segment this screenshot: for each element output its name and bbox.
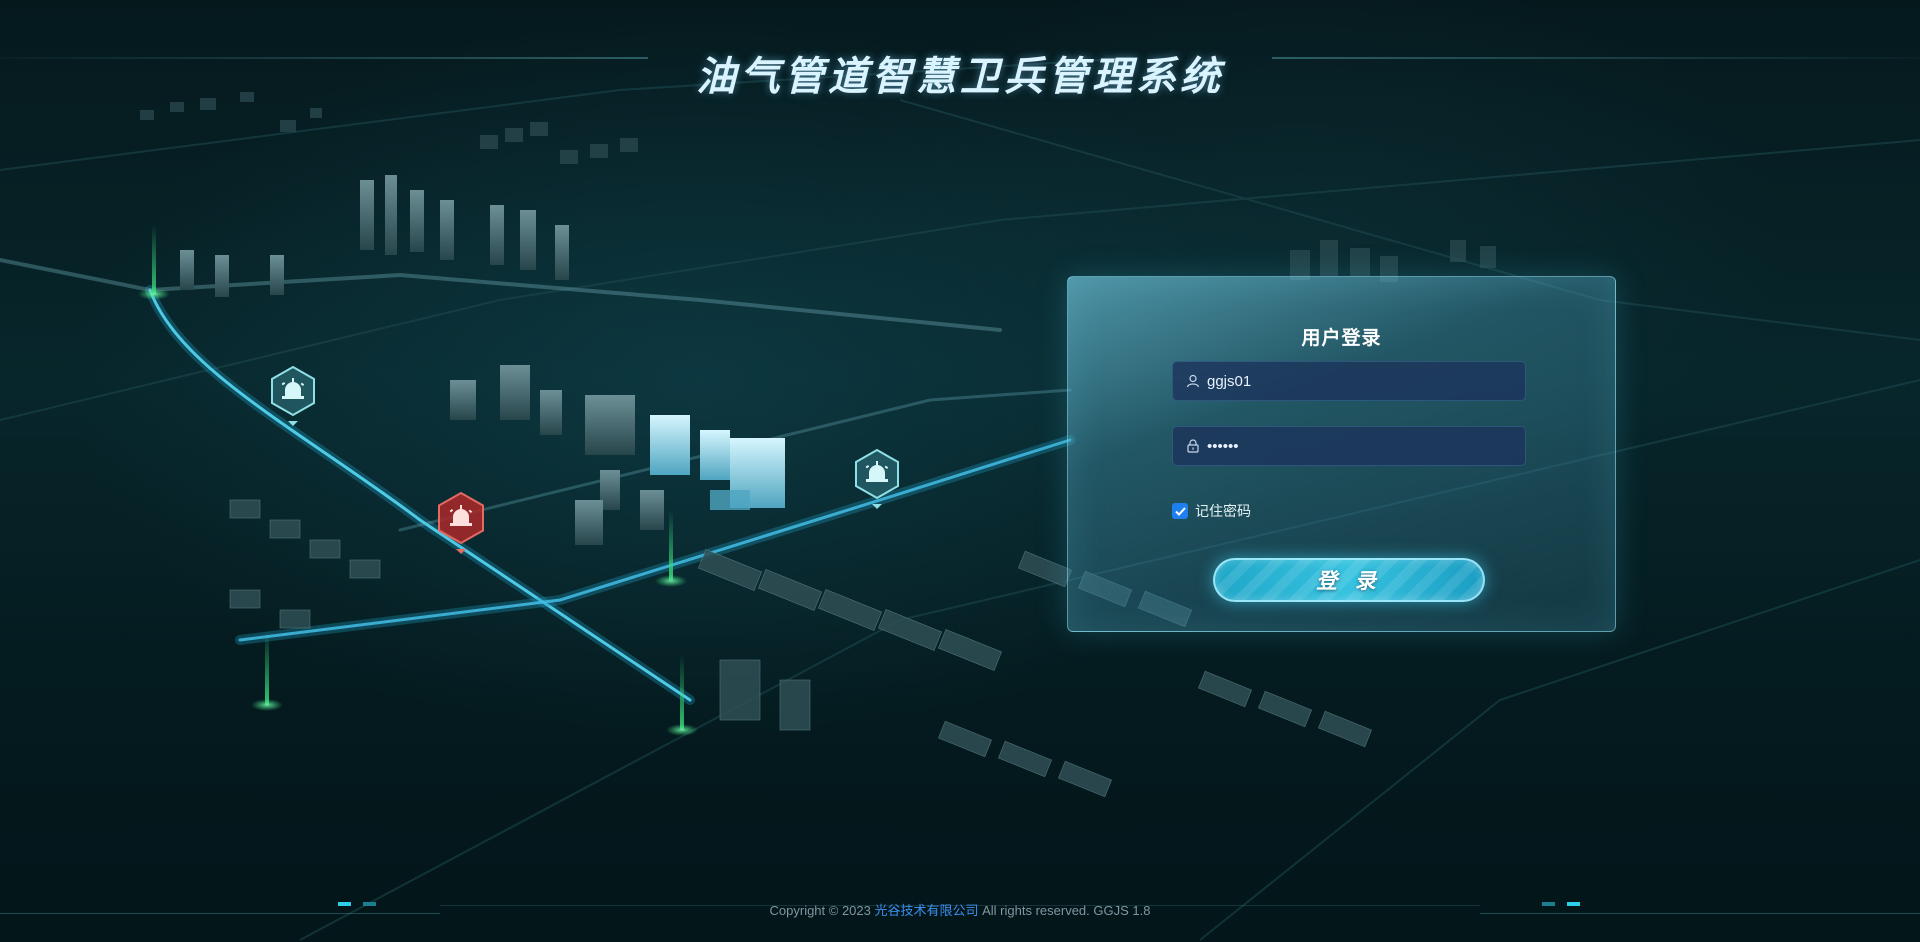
lock-icon (1181, 426, 1205, 466)
remember-checkbox[interactable] (1172, 503, 1188, 519)
page-title: 油气管道智慧卫兵管理系统 (696, 54, 1224, 100)
remember-label: 记住密码 (1195, 503, 1251, 519)
password-input[interactable] (1205, 427, 1525, 465)
login-title: 用户登录 (1301, 328, 1382, 349)
remember-password[interactable]: 记住密码 (1172, 501, 1251, 521)
username-field[interactable] (1172, 361, 1526, 401)
login-button[interactable]: 登 录 (1213, 558, 1485, 602)
city-map-background (0, 0, 1920, 942)
login-button-label: 登 录 (1316, 570, 1382, 593)
checkmark-icon (1174, 506, 1186, 516)
password-field[interactable] (1172, 426, 1526, 466)
username-input[interactable] (1205, 362, 1525, 400)
copyright-prefix: Copyright © 2023 (769, 903, 875, 918)
company-link[interactable]: 光谷技术有限公司 (875, 903, 979, 918)
login-panel: 用户登录 记住密码 登 录 (1067, 276, 1616, 632)
copyright-suffix: All rights reserved. GGJS 1.8 (978, 903, 1151, 918)
user-icon (1181, 361, 1205, 401)
city-map (0, 59, 1920, 941)
copyright: Copyright © 2023 光谷技术有限公司 All rights res… (0, 900, 1920, 919)
